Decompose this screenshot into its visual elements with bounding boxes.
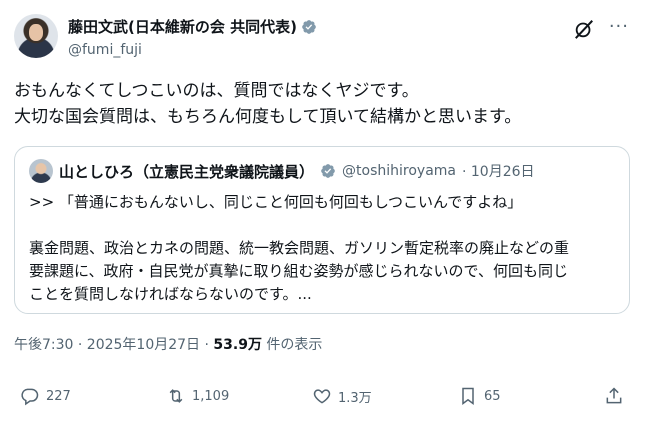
reply-icon <box>21 388 39 406</box>
share-icon <box>606 387 622 404</box>
reply-count: 227 <box>46 388 71 404</box>
post-meta: 午後7:30 · 2025年10月27日 · 53.9万 件の表示 <box>14 334 322 354</box>
quoted-author-display-name[interactable]: 山としひろ（立憲民主党衆議院議員） <box>59 161 314 182</box>
quoted-verified-badge-icon <box>321 164 335 178</box>
bookmark-count: 65 <box>484 388 501 404</box>
quoted-post-date[interactable]: · 10月26日 <box>462 161 535 181</box>
post-header: 藤田文武(日本維新の会 共同代表) @fumi_fuji ··· <box>14 14 631 64</box>
author-display-name[interactable]: 藤田文武(日本維新の会 共同代表) <box>68 16 297 37</box>
bookmark-button[interactable]: 65 <box>458 386 501 406</box>
action-bar: 227 1,109 1.3万 65 <box>14 386 631 416</box>
repost-count: 1,109 <box>192 388 230 404</box>
quoted-post-text: >> 「普通におもんないし、同じこと何回も何回もしつこいんですよね」 裏金問題、… <box>29 191 621 306</box>
view-count-suffix: 件の表示 <box>261 337 323 353</box>
more-icon[interactable]: ··· <box>609 16 629 37</box>
reply-button[interactable]: 227 <box>20 386 71 406</box>
post-line-2: 大切な国会質問は、もちろん何度もして頂いて結構かと思います。 <box>14 107 522 127</box>
bookmark-icon <box>462 387 474 405</box>
author-avatar[interactable] <box>14 14 58 58</box>
quoted-post[interactable]: 山としひろ（立憲民主党衆議院議員） @toshihiroyama · 10月26… <box>14 146 630 314</box>
quoted-line-2: 裏金問題、政治とカネの問題、統一教会問題、ガソリン暫定税率の廃止などの重 <box>29 239 570 257</box>
quoted-author-handle[interactable]: @toshihiroyama <box>342 163 456 179</box>
post-timestamp[interactable]: 午後7:30 · 2025年10月27日 · <box>14 337 213 353</box>
author-display-name-row[interactable]: 藤田文武(日本維新の会 共同代表) <box>68 16 317 37</box>
share-button[interactable] <box>604 386 624 406</box>
like-button[interactable]: 1.3万 <box>312 386 372 406</box>
like-count: 1.3万 <box>338 390 372 406</box>
post-text: おもんなくてしつこいのは、質問ではなくヤジです。 大切な国会質問は、もちろん何度… <box>14 78 631 130</box>
quoted-line-4: ことを質問しなければならないのです。... <box>29 285 312 303</box>
grok-icon[interactable] <box>573 18 595 40</box>
repost-button[interactable]: 1,109 <box>166 386 229 406</box>
quoted-author-avatar[interactable] <box>29 159 53 183</box>
repost-icon <box>169 389 183 403</box>
quoted-line-3: 要課題に、政府・自民党が真摯に取り組む姿勢が感じられないので、何回も同じ <box>29 262 568 280</box>
verified-badge-icon <box>302 19 316 34</box>
quoted-post-header: 山としひろ（立憲民主党衆議院議員） @toshihiroyama · 10月26… <box>29 159 535 183</box>
heart-icon <box>313 389 331 404</box>
view-count: 53.9万 <box>213 337 262 353</box>
author-handle[interactable]: @fumi_fuji <box>68 42 317 58</box>
quoted-line-1: >> 「普通におもんないし、同じこと何回も何回もしつこいんですよね」 <box>29 193 523 211</box>
author-names: 藤田文武(日本維新の会 共同代表) @fumi_fuji <box>68 16 317 58</box>
post-line-1: おもんなくてしつこいのは、質問ではなくヤジです。 <box>14 81 419 101</box>
